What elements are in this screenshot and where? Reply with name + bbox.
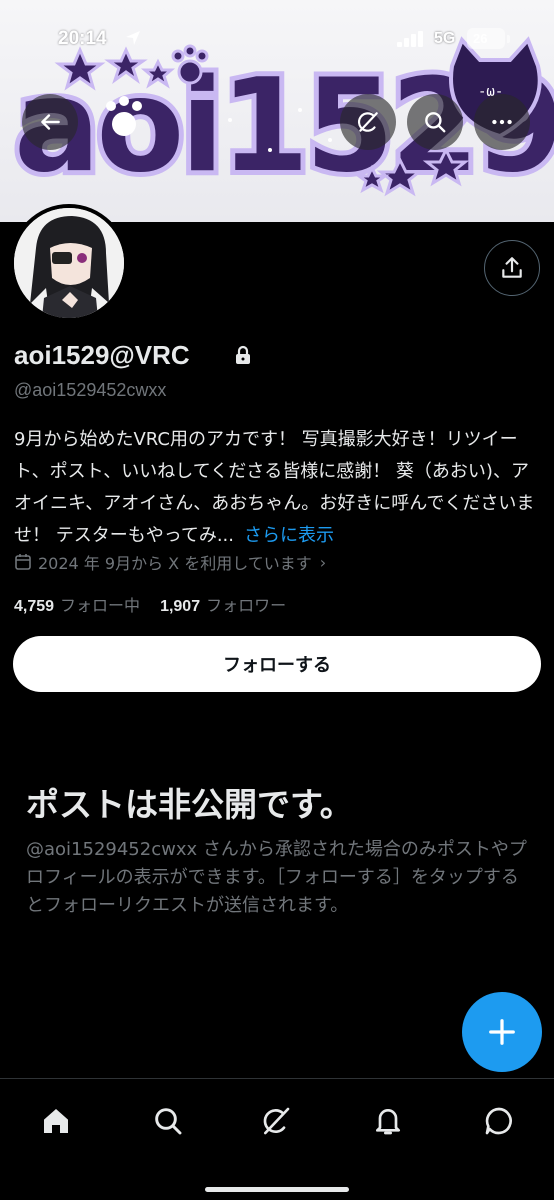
calendar-icon xyxy=(15,554,31,570)
following-count: 4,759 xyxy=(14,598,55,615)
tab-messages[interactable] xyxy=(479,1101,519,1141)
chevron-right-icon: › xyxy=(319,552,327,572)
bio: 9月から始めたVRC用のアカです！ 写真撮影大好き！リツイート、ポスト、いいねし… xyxy=(14,424,542,552)
following-label: フォロー中 xyxy=(60,596,141,615)
grok-icon xyxy=(357,112,378,132)
status-time: 20:14 xyxy=(58,28,107,49)
bell-icon xyxy=(376,1109,400,1135)
joined-date[interactable]: 2024 年 9月から X を利用しています › xyxy=(14,550,326,574)
grok-button[interactable] xyxy=(340,94,396,150)
following-link[interactable]: 4,759 フォロー中 xyxy=(14,592,140,616)
battery-icon: 26 xyxy=(467,28,505,49)
grok-icon xyxy=(263,1107,290,1135)
followers-count: 1,907 xyxy=(160,598,201,615)
avatar-illustration xyxy=(14,208,124,318)
tab-search[interactable] xyxy=(148,1101,188,1141)
avatar-image xyxy=(14,208,124,318)
follow-button[interactable]: フォローする xyxy=(13,636,541,692)
followers-link[interactable]: 1,907 フォロワー xyxy=(160,592,286,616)
location-arrow-icon xyxy=(126,31,140,45)
share-button[interactable] xyxy=(484,240,540,296)
home-icon xyxy=(44,1109,68,1133)
followers-label: フォロワー xyxy=(206,596,287,615)
handle: @aoi1529452cwxx xyxy=(14,380,167,400)
network-type: 5G xyxy=(434,30,456,47)
tab-home[interactable] xyxy=(36,1101,76,1141)
tab-grok[interactable] xyxy=(256,1101,296,1141)
avatar[interactable] xyxy=(10,204,128,322)
bottom-tab-bar xyxy=(0,1078,554,1200)
display-name: aoi1529@VRC xyxy=(14,340,190,370)
search-icon xyxy=(425,112,446,133)
lock-icon xyxy=(236,345,250,364)
follow-counts: 4,759 フォロー中 1,907 フォロワー xyxy=(14,592,286,616)
arrow-left-icon xyxy=(41,114,60,130)
more-button[interactable] xyxy=(474,94,530,150)
private-title: ポストは非公開です。 xyxy=(26,785,353,824)
tab-notifications[interactable] xyxy=(368,1101,408,1141)
more-icon xyxy=(492,119,512,125)
private-description: @aoi1529452cwxx さんから承認された場合のみポストやプロフィールの… xyxy=(26,839,527,916)
message-icon xyxy=(485,1107,512,1135)
share-icon xyxy=(502,257,522,278)
compose-button[interactable] xyxy=(462,992,542,1072)
plus-icon xyxy=(489,1019,515,1045)
joined-text: 2024 年 9月から X を利用しています xyxy=(38,554,312,573)
search-button[interactable] xyxy=(407,94,463,150)
battery-nub xyxy=(507,35,510,43)
status-bar: 20:14 5G 26 xyxy=(0,0,554,70)
back-button[interactable] xyxy=(22,94,78,150)
search-icon xyxy=(155,1108,182,1135)
home-indicator xyxy=(205,1187,349,1192)
cell-signal-icon xyxy=(397,31,423,47)
show-more-link[interactable]: さらに表示 xyxy=(244,525,334,546)
